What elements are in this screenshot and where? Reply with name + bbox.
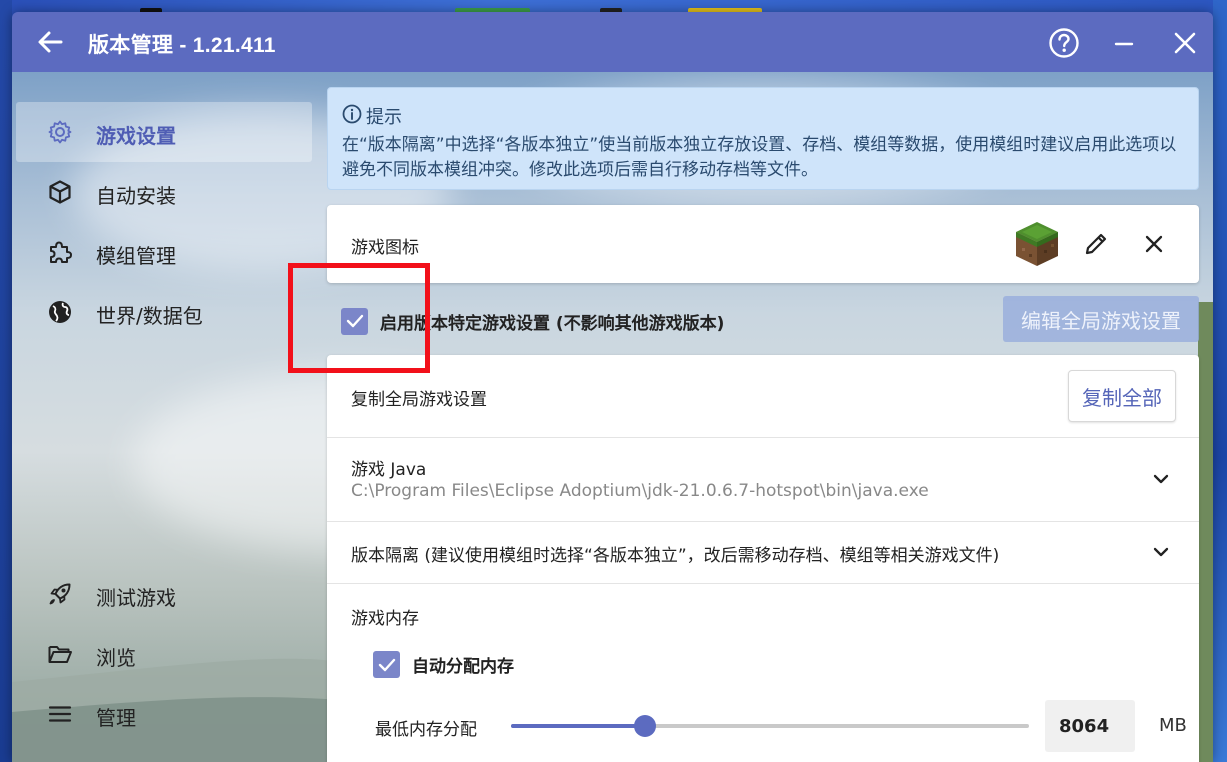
rocket-icon [46,580,74,608]
reset-icon-button[interactable] [1140,230,1168,258]
game-memory-label: 游戏内存 [351,609,419,629]
version-isolation-label: 版本隔离 (建议使用模组时选择“各版本独立”，改后需移动存档、模组等相关游戏文件… [351,546,1000,566]
game-java-row[interactable]: 游戏 Java C:\Program Files\Eclipse Adoptiu… [327,438,1199,522]
sidebar-item-test-game[interactable]: 测试游戏 [16,564,312,624]
game-java-label: 游戏 Java [351,460,427,480]
checkmark-icon [378,658,395,671]
content-area: 游戏设置 自动安装 模组管理 世界/数据包 测试游戏 浏览 管理 提示 在“版本… [12,72,1213,762]
edit-icon-button[interactable] [1082,230,1110,258]
annotation-highlight-box [288,263,430,373]
version-manager-window: 版本管理 - 1.21.411 游戏设置 自动安装 模组管理 世界/数据包 测试… [12,12,1213,762]
help-icon [1049,28,1079,58]
sidebar-item-browse[interactable]: 浏览 [16,624,312,684]
version-isolation-row[interactable]: 版本隔离 (建议使用模组时选择“各版本独立”，改后需移动存档、模组等相关游戏文件… [327,522,1199,584]
slider-fill [511,724,645,728]
slider-thumb[interactable] [633,715,656,737]
sidebar-item-label: 测试游戏 [96,586,176,610]
min-memory-label: 最低内存分配 [375,720,477,740]
copy-global-row: 复制全局游戏设置 复制全部 [327,355,1199,438]
auto-memory-toggle[interactable]: 自动分配内存 [373,651,514,678]
java-path: C:\Program Files\Eclipse Adoptium\jdk-21… [351,481,929,501]
sidebar-item-mod-management[interactable]: 模组管理 [16,222,312,282]
grass-block-icon[interactable] [1014,220,1060,268]
sidebar-item-label: 模组管理 [96,244,176,268]
auto-memory-label: 自动分配内存 [412,657,514,677]
chevron-down-icon[interactable] [1149,540,1173,564]
auto-memory-checkbox[interactable] [373,651,400,678]
desktop-edge [0,0,12,762]
chevron-down-icon[interactable] [1149,467,1173,491]
sidebar-item-manage[interactable]: 管理 [16,684,312,744]
hint-title: 提示 [366,107,402,128]
copy-global-label: 复制全局游戏设置 [351,390,487,410]
sidebar-item-label: 自动安装 [96,184,176,208]
sidebar-item-label: 游戏设置 [96,124,176,148]
copy-all-button[interactable]: 复制全部 [1068,370,1176,422]
close-icon [1145,235,1163,253]
window-title: 版本管理 - 1.21.411 [88,34,276,57]
main-panel: 提示 在“版本隔离”中选择“各版本独立”使当前版本独立存放设置、存档、模组等数据… [327,72,1213,762]
edit-global-settings-button[interactable]: 编辑全局游戏设置 [1003,296,1199,342]
memory-unit: MB [1159,715,1187,736]
sidebar-item-auto-install[interactable]: 自动安装 [16,162,312,222]
min-memory-slider[interactable] [511,715,1029,737]
minimize-button[interactable] [1107,26,1141,60]
globe-icon [46,298,74,326]
sidebar-item-game-settings[interactable]: 游戏设置 [16,102,312,162]
version-specific-label: 启用版本特定游戏设置 (不影响其他游戏版本) [380,313,725,334]
hint-banner: 提示 在“版本隔离”中选择“各版本独立”使当前版本独立存放设置、存档、模组等数据… [327,87,1199,190]
game-icon-label: 游戏图标 [351,238,419,258]
info-icon [342,104,362,124]
settings-card: 复制全局游戏设置 复制全部 游戏 Java C:\Program Files\E… [327,355,1199,762]
folder-icon [46,640,74,668]
puzzle-icon [46,238,74,266]
sidebar-item-label: 浏览 [96,646,136,670]
title-bar: 版本管理 - 1.21.411 [12,12,1213,72]
arrow-left-icon [38,31,63,53]
gear-icon [46,118,74,146]
help-button[interactable] [1047,26,1081,60]
desktop-edge [1213,0,1227,762]
minimize-icon [1114,42,1134,46]
game-icon-card: 游戏图标 [327,205,1199,283]
sidebar-item-worlds-datapacks[interactable]: 世界/数据包 [16,282,312,342]
sidebar-item-label: 管理 [96,706,136,730]
close-icon [1174,32,1196,54]
hint-text: 在“版本隔离”中选择“各版本独立”使当前版本独立存放设置、存档、模组等数据，使用… [342,135,1177,180]
cube-icon [46,178,74,206]
min-memory-input[interactable]: 8064 [1045,700,1135,752]
back-button[interactable] [34,26,66,58]
close-button[interactable] [1168,26,1202,60]
pencil-icon [1085,233,1107,255]
menu-icon [46,700,74,728]
sidebar-item-label: 世界/数据包 [96,304,203,328]
sidebar: 游戏设置 自动安装 模组管理 世界/数据包 测试游戏 浏览 管理 [12,72,326,762]
